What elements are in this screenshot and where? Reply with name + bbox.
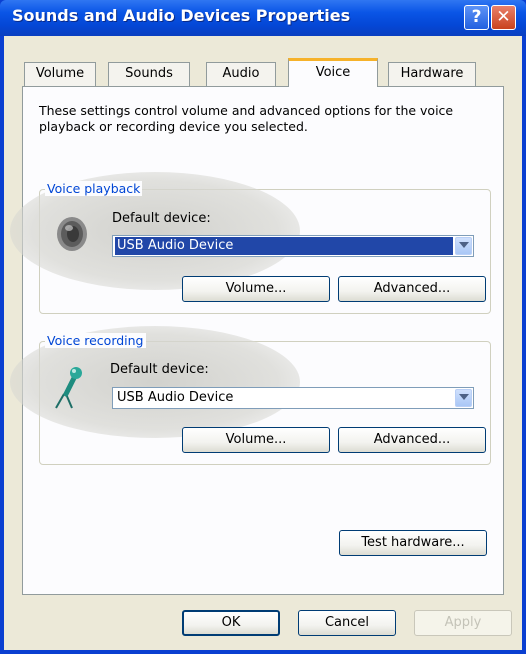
help-icon: ? [471,7,482,27]
playback-device-select[interactable]: USB Audio Device [112,235,474,257]
chevron-down-icon[interactable] [455,389,472,407]
voice-playback-label: Voice playback [45,181,143,196]
playback-advanced-button[interactable]: Advanced... [338,276,486,302]
cancel-button[interactable]: Cancel [298,610,396,636]
apply-button[interactable]: Apply [414,610,512,636]
close-icon: ✕ [496,7,511,27]
tab-hardware[interactable]: Hardware [388,62,476,86]
playback-device-value: USB Audio Device [115,237,453,255]
tab-volume[interactable]: Volume [24,62,96,86]
close-button[interactable]: ✕ [491,5,516,30]
window-title: Sounds and Audio Devices Properties [12,6,351,25]
microphone-icon [55,367,82,409]
voice-recording-group: Voice recording Default device: USB Audi… [10,326,491,465]
tab-voice[interactable]: Voice [288,58,378,87]
recording-volume-button[interactable]: Volume... [182,427,330,453]
help-button[interactable]: ? [464,5,489,30]
voice-playback-group: Voice playback Default device: USB Audio… [10,172,491,314]
tab-sounds[interactable]: Sounds [108,62,190,86]
voice-tab-panel: These settings control volume and advanc… [10,86,504,595]
playback-device-label: Default device: [112,211,211,226]
ok-button[interactable]: OK [182,610,280,636]
description-text: These settings control volume and advanc… [39,103,454,134]
dialog-client-area: Volume Sounds Audio Voice Hardware These… [4,36,522,650]
dialog-window: Sounds and Audio Devices Properties ? ✕ … [0,0,526,654]
recording-device-value: USB Audio Device [117,390,234,405]
recording-advanced-button[interactable]: Advanced... [338,427,486,453]
recording-device-label: Default device: [110,362,209,377]
speaker-icon [57,217,87,251]
chevron-down-icon[interactable] [455,237,472,255]
title-bar[interactable]: Sounds and Audio Devices Properties ? ✕ [0,0,526,36]
voice-recording-label: Voice recording [45,333,146,348]
test-hardware-button[interactable]: Test hardware... [339,530,487,556]
tab-audio[interactable]: Audio [206,62,276,86]
playback-volume-button[interactable]: Volume... [182,276,330,302]
recording-device-select[interactable]: USB Audio Device [112,387,474,409]
